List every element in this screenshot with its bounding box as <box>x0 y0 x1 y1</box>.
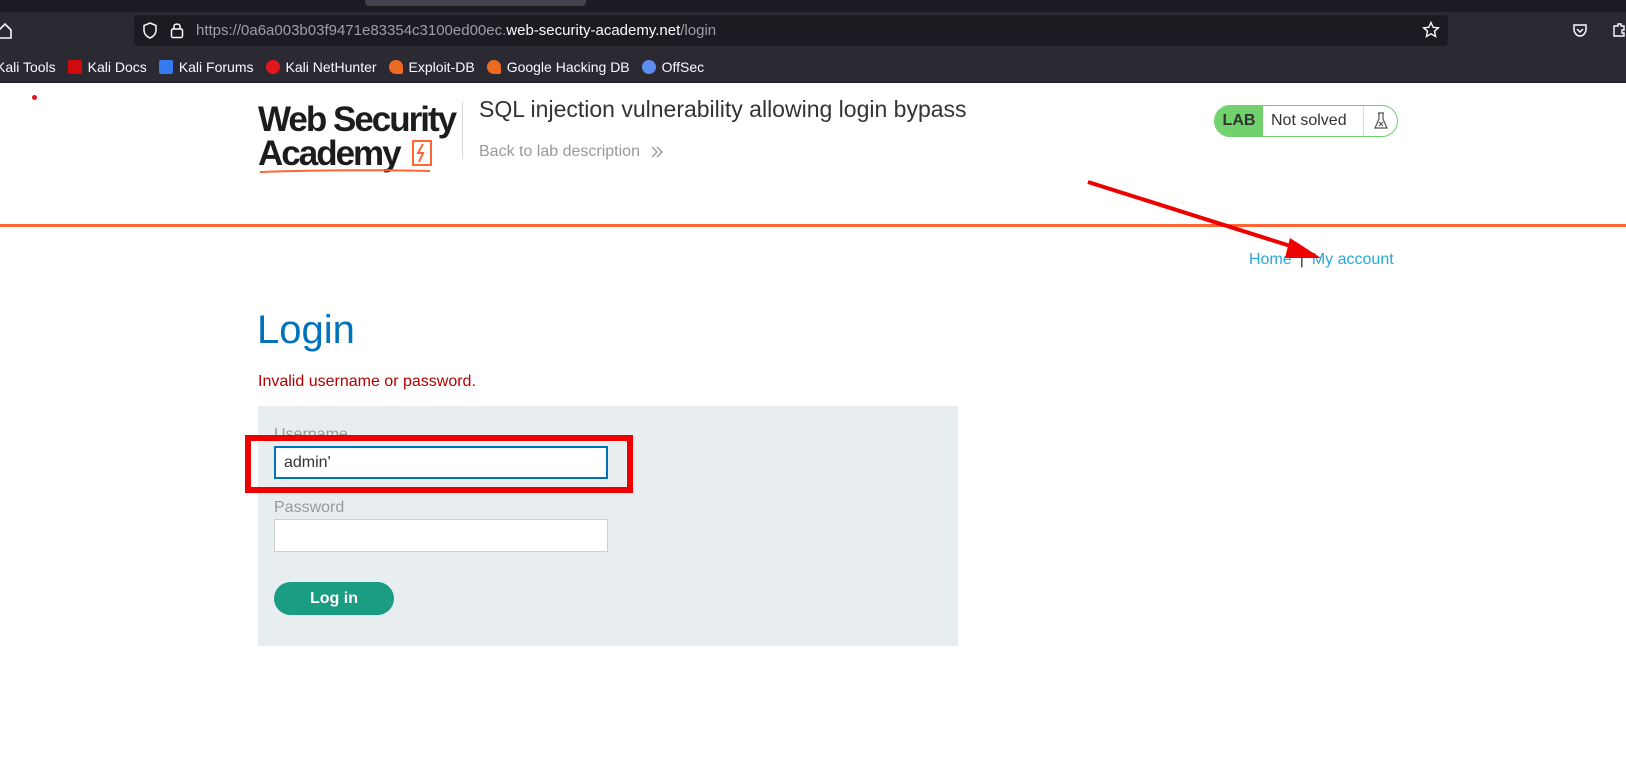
active-tab[interactable] <box>365 0 586 6</box>
header-divider <box>462 101 463 159</box>
login-error-message: Invalid username or password. <box>258 373 476 390</box>
bookmark-ghdb[interactable]: Google Hacking DB <box>486 59 630 75</box>
ghdb-icon <box>486 60 501 74</box>
page-title: Login <box>257 308 355 352</box>
bookmark-label: Google Hacking DB <box>506 59 630 75</box>
password-label: Password <box>274 499 345 516</box>
browser-tab-strip <box>0 0 1626 12</box>
lock-icon[interactable] <box>170 21 184 44</box>
bookmark-label: Kali NetHunter <box>285 59 377 75</box>
logo-line-2: Academy <box>258 134 402 173</box>
url-domain: web-security-academy.net <box>506 22 681 39</box>
pocket-icon[interactable] <box>1572 22 1588 43</box>
url-path: /login <box>680 22 717 39</box>
lab-title: SQL injection vulnerability allowing log… <box>479 96 967 122</box>
password-input[interactable] <box>274 519 608 552</box>
back-to-lab-description-link[interactable]: Back to lab description <box>479 143 664 161</box>
tracking-protection-icon[interactable] <box>142 22 158 44</box>
address-bar[interactable]: https://0a6a003b03f9471e83354c3100ed00ec… <box>134 15 1448 46</box>
offsec-icon <box>641 60 656 74</box>
url-prefix: https://0a6a003b03f9471e83354c3100ed00ec… <box>196 22 507 39</box>
bookmark-exploit-db[interactable]: Exploit-DB <box>388 59 475 75</box>
web-security-academy-logo[interactable]: Web Security Academy <box>258 100 458 173</box>
flask-icon <box>1363 106 1397 136</box>
login-button[interactable]: Log in <box>274 582 394 615</box>
back-link-label: Back to lab description <box>479 143 640 160</box>
extensions-icon[interactable] <box>1612 22 1626 43</box>
browser-navbar: https://0a6a003b03f9471e83354c3100ed00ec… <box>0 12 1626 52</box>
bookmark-label: Kali Docs <box>87 59 147 75</box>
kali-forums-icon <box>158 60 173 74</box>
header-rule <box>0 224 1626 227</box>
bookmark-star-icon[interactable] <box>1421 20 1441 44</box>
url-text: https://0a6a003b03f9471e83354c3100ed00ec… <box>196 22 716 39</box>
double-chevron-right-icon <box>651 146 663 158</box>
bookmark-kali-docs[interactable]: Kali Docs <box>67 59 147 75</box>
bookmark-kali-tools[interactable]: Kali Tools <box>0 59 56 75</box>
bookmarks-toolbar: Kali Tools Kali Docs Kali Forums Kali Ne… <box>0 52 1626 83</box>
exploit-db-icon <box>388 60 403 74</box>
bookmark-offsec[interactable]: OffSec <box>641 59 705 75</box>
bookmark-label: Exploit-DB <box>408 59 475 75</box>
bookmark-kali-nethunter[interactable]: Kali NetHunter <box>265 59 377 75</box>
kali-docs-icon <box>67 60 82 74</box>
annotation-arrow <box>1087 180 1321 258</box>
kali-nethunter-icon <box>265 60 280 74</box>
lab-status: Not solved <box>1271 112 1347 129</box>
logo-bolt-icon <box>412 140 432 166</box>
annotation-dot <box>32 95 37 100</box>
bookmark-label: Kali Forums <box>178 59 254 75</box>
annotation-highlight-box <box>245 435 633 493</box>
bookmark-label: Kali Tools <box>0 59 56 75</box>
lab-status-badge: LAB Not solved <box>1214 105 1398 137</box>
bookmark-kali-forums[interactable]: Kali Forums <box>158 59 254 75</box>
home-icon[interactable] <box>0 22 12 45</box>
logo-line-1: Web Security <box>258 100 457 139</box>
lab-tag: LAB <box>1215 106 1263 136</box>
logo-swoosh-icon <box>259 169 431 173</box>
page-content: Web Security Academy SQL injection vulne… <box>0 83 1626 771</box>
bookmark-label: OffSec <box>661 59 705 75</box>
